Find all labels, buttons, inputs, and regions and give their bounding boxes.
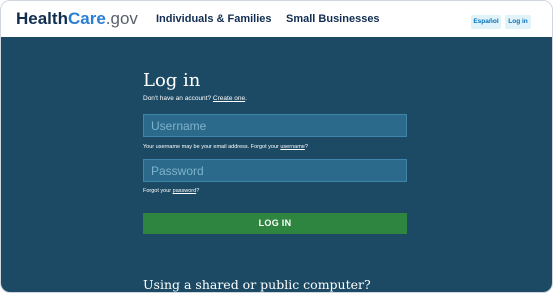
logo-gov: .gov bbox=[105, 9, 138, 28]
password-hint: Forgot your password? bbox=[143, 188, 199, 194]
password-hint-end: ? bbox=[196, 188, 200, 194]
username-hint: Your username may be your email address.… bbox=[143, 144, 308, 150]
login-panel: Log in Don't have an account? Create one… bbox=[1, 37, 552, 292]
forgot-username-link[interactable]: username bbox=[280, 144, 304, 150]
shared-computer-heading: Using a shared or public computer? bbox=[143, 277, 371, 292]
page-title: Log in bbox=[143, 70, 201, 91]
site-header: HealthCare.gov Individuals & Families Sm… bbox=[1, 1, 552, 37]
password-input[interactable] bbox=[143, 159, 407, 182]
password-hint-text: Forgot your bbox=[143, 188, 172, 194]
logo-care: Care bbox=[67, 9, 106, 28]
no-account-label: Don't have an account? bbox=[143, 95, 212, 102]
create-account-link[interactable]: Create one bbox=[213, 95, 245, 102]
header-login-button[interactable]: Log in bbox=[505, 15, 531, 29]
create-period: . bbox=[245, 95, 247, 102]
forgot-password-link[interactable]: password bbox=[173, 188, 197, 194]
healthcare-logo[interactable]: HealthCare.gov bbox=[16, 10, 138, 28]
username-input[interactable] bbox=[143, 114, 407, 137]
logo-health: Health bbox=[16, 9, 68, 28]
username-hint-end: ? bbox=[304, 144, 308, 150]
login-submit-button[interactable]: LOG IN bbox=[143, 213, 407, 234]
nav-individuals-families[interactable]: Individuals & Families bbox=[156, 13, 272, 25]
username-hint-text: Your username may be your email address.… bbox=[143, 144, 279, 150]
browser-frame: HealthCare.gov Individuals & Families Sm… bbox=[0, 0, 553, 293]
nav-small-businesses[interactable]: Small Businesses bbox=[286, 13, 380, 25]
create-account-text: Don't have an account? Create one. bbox=[143, 95, 247, 102]
espanol-button[interactable]: Español bbox=[471, 15, 501, 29]
